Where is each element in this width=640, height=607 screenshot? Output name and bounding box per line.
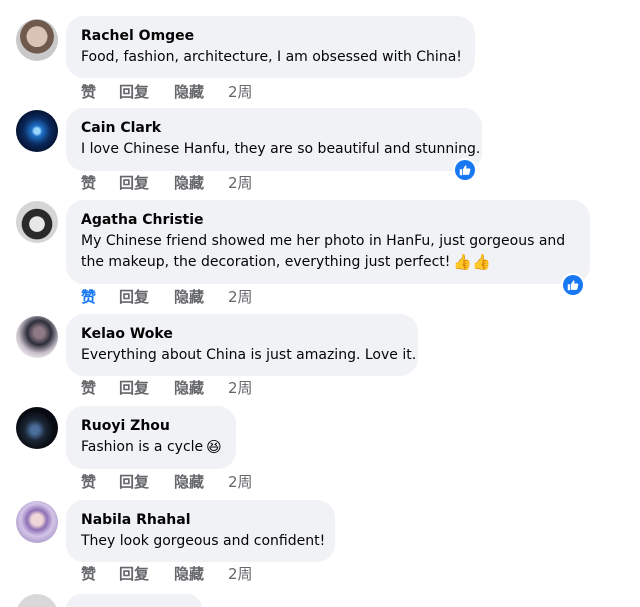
- like-button[interactable]: 赞: [81, 564, 96, 584]
- reply-button[interactable]: 回复: [119, 564, 149, 584]
- like-button[interactable]: 赞: [81, 472, 96, 492]
- like-button[interactable]: 赞: [81, 287, 96, 307]
- thumbs-up-icon: [459, 165, 471, 176]
- comment-bubble: Kelao Woke Everything about China is jus…: [66, 314, 418, 376]
- hide-button[interactable]: 隐藏: [174, 564, 204, 584]
- avatar[interactable]: [16, 316, 58, 358]
- comment-author[interactable]: Ruoyi Zhou: [81, 417, 222, 436]
- comment-bubble: [66, 594, 202, 607]
- comment-author[interactable]: Agatha Christie: [81, 211, 576, 230]
- comment-text: Food, fashion, architecture, I am obsess…: [81, 49, 462, 65]
- comment-bubble: Ruoyi Zhou Fashion is a cycle 😆: [66, 406, 236, 469]
- comment-author[interactable]: Nabila Rhahal: [81, 511, 321, 530]
- hide-button[interactable]: 隐藏: [174, 287, 204, 307]
- like-button[interactable]: 赞: [81, 173, 96, 193]
- like-button[interactable]: 赞: [81, 82, 96, 102]
- comment-timestamp[interactable]: 2周: [228, 472, 253, 492]
- avatar[interactable]: [16, 110, 58, 152]
- thumbs-up-emoji: 👍👍: [453, 253, 491, 271]
- reply-button[interactable]: 回复: [119, 287, 149, 307]
- like-button[interactable]: 赞: [81, 378, 96, 398]
- comment-text-content: My Chinese friend showed me her photo in…: [81, 233, 566, 270]
- avatar[interactable]: [16, 19, 58, 61]
- comment-author[interactable]: Cain Clark: [81, 119, 468, 138]
- comment-text-content: Fashion is a cycle: [81, 439, 204, 455]
- avatar[interactable]: [16, 201, 58, 243]
- comment-text: I love Chinese Hanfu, they are so beauti…: [81, 141, 481, 157]
- comment-bubble: Rachel Omgee Food, fashion, architecture…: [66, 16, 475, 78]
- reaction-badge[interactable]: [453, 158, 477, 182]
- hide-button[interactable]: 隐藏: [174, 173, 204, 193]
- avatar[interactable]: [16, 407, 58, 449]
- laughing-emoji: 😆: [206, 438, 222, 456]
- comment-text: My Chinese friend showed me her photo in…: [81, 231, 576, 273]
- comment-timestamp[interactable]: 2周: [228, 564, 253, 584]
- reply-button[interactable]: 回复: [119, 472, 149, 492]
- comment-timestamp[interactable]: 2周: [228, 378, 253, 398]
- avatar[interactable]: [16, 501, 58, 543]
- reply-button[interactable]: 回复: [119, 173, 149, 193]
- comment-text: Everything about China is just amazing. …: [81, 347, 417, 363]
- comment-bubble: Cain Clark I love Chinese Hanfu, they ar…: [66, 108, 482, 171]
- comment-text: Fashion is a cycle 😆: [81, 437, 222, 458]
- comment-timestamp[interactable]: 2周: [228, 82, 253, 102]
- thumbs-up-icon: [567, 280, 579, 291]
- hide-button[interactable]: 隐藏: [174, 472, 204, 492]
- comment-author[interactable]: Rachel Omgee: [81, 27, 461, 46]
- comment-bubble: Agatha Christie My Chinese friend showed…: [66, 200, 590, 284]
- hide-button[interactable]: 隐藏: [174, 82, 204, 102]
- hide-button[interactable]: 隐藏: [174, 378, 204, 398]
- comment-bubble: Nabila Rhahal They look gorgeous and con…: [66, 500, 335, 562]
- avatar[interactable]: [16, 594, 58, 607]
- comment-timestamp[interactable]: 2周: [228, 173, 253, 193]
- comment-text: They look gorgeous and confident!: [81, 533, 326, 549]
- comment-timestamp[interactable]: 2周: [228, 287, 253, 307]
- comment-author[interactable]: Kelao Woke: [81, 325, 404, 344]
- reply-button[interactable]: 回复: [119, 82, 149, 102]
- reply-button[interactable]: 回复: [119, 378, 149, 398]
- reaction-badge[interactable]: [561, 273, 585, 297]
